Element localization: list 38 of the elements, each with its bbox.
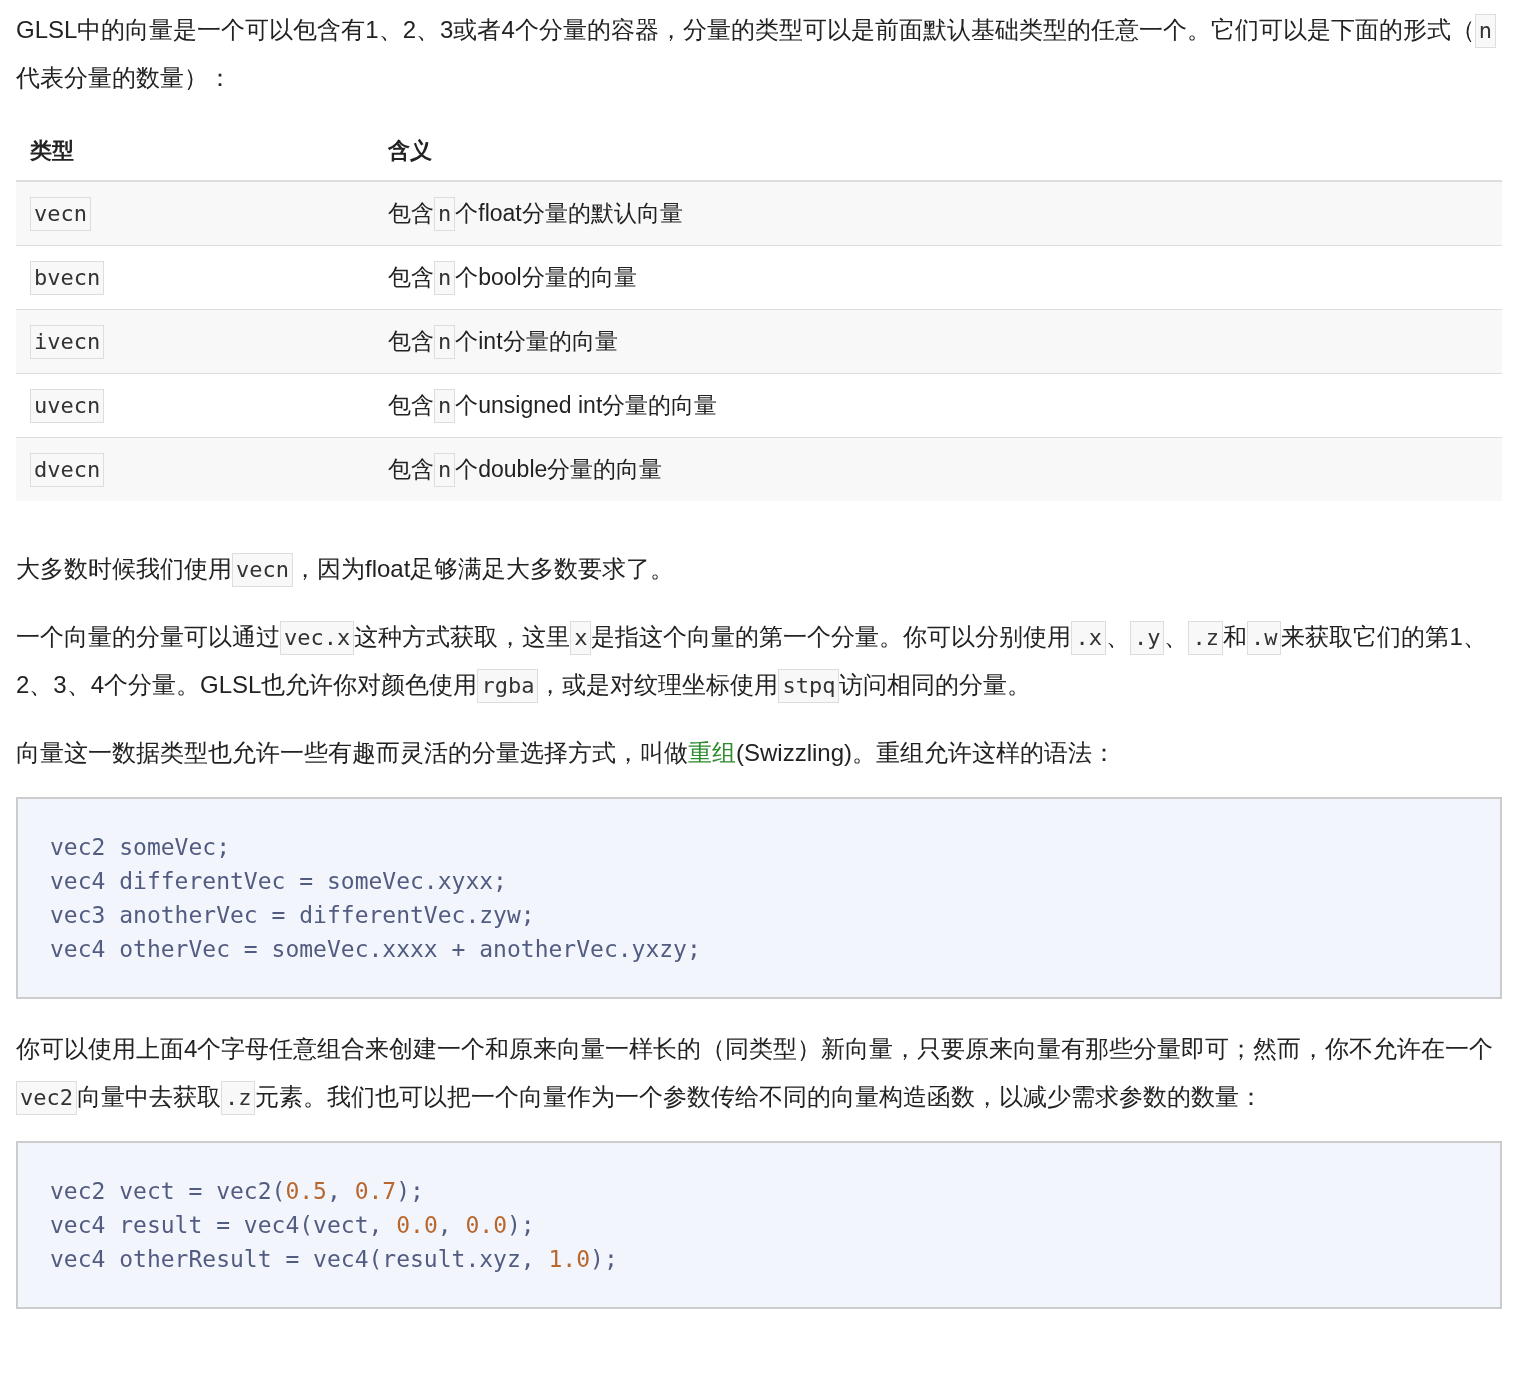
code-line: vec2 vect = vec2(0.5, 0.7); <box>50 1177 424 1206</box>
inline-code: .w <box>1247 621 1282 655</box>
code-line: vec4 otherResult = vec4(result.xyz, 1.0); <box>50 1245 618 1274</box>
inline-code: dvecn <box>30 452 105 487</box>
inline-code: .y <box>1130 621 1165 655</box>
table-cell: 包含 n 个int分量的向量 <box>374 309 1502 374</box>
inline-code: n <box>434 196 456 231</box>
inline-code: .z <box>221 1081 256 1115</box>
inline-code: n <box>1474 14 1496 48</box>
inline-code: stpq <box>778 669 840 703</box>
inline-code: .x <box>1071 621 1106 655</box>
link[interactable]: 重组 <box>688 739 736 766</box>
inline-code: ivecn <box>30 324 105 359</box>
paragraph: 向量这一数据类型也允许一些有趣而灵活的分量选择方式，叫做重组(Swizzling)。重组允许这样的语法： <box>16 738 1117 768</box>
inline-code: n <box>434 388 456 423</box>
inline-code: n <box>434 260 456 295</box>
inline-code: uvecn <box>30 388 105 423</box>
table-cell: 包含 n 个float分量的默认向量 <box>374 181 1502 246</box>
inline-code: .z <box>1188 621 1223 655</box>
code-line: vec4 otherVec = someVec.xxxx + anotherVec.yxzy; <box>50 935 701 964</box>
paragraph: GLSL中的向量是一个可以包含有1、2、3或者4个分量的容器，分量的类型可以是前面默认基础类型的任意一个。它们可以是下面的形式（ n 代表分量的数量）： <box>16 6 1502 102</box>
paragraph: 一个向量的分量可以通过 vec.x 这种方式获取，这里 x 是指这个向量的第一个分量。你可以分别使用 .x 、 .y 、 .z 和 .w 来获取它们的第1、2、3、4个分量。GLSL也允许你对颜色使用 rgba ，或是对纹理坐标使用 stpq 访问相同的分量。 <box>16 613 1502 709</box>
paragraph: 你可以使用上面4个字母任意组合来创建一个和原来向量一样长的（同类型）新向量，只要原来向量有那些分量即可；然而，你不允许在一个 vec2 向量中去获取 .z 元素。我们也可以把一个向量作为一个参数传给不同的向量构造函数，以减少需求参数的数量： <box>16 1025 1502 1121</box>
inline-code: bvecn <box>30 260 105 295</box>
inline-code: vecn <box>232 553 293 587</box>
code-line: vec4 differentVec = someVec.xyxx; <box>50 867 507 896</box>
inline-code: x <box>570 621 592 655</box>
table-cell: 包含 n 个double分量的向量 <box>374 437 1502 501</box>
inline-code: vecn <box>30 196 91 231</box>
paragraph: 大多数时候我们使用 vecn ，因为float足够满足大多数要求了。 <box>16 545 1502 593</box>
code-line: vec4 result = vec4(vect, 0.0, 0.0); <box>50 1211 535 1240</box>
inline-code: n <box>434 452 456 487</box>
inline-code: rgba <box>477 669 539 703</box>
inline-code: n <box>434 324 456 359</box>
inline-code: vec.x <box>280 621 355 655</box>
code-line: vec3 anotherVec = differentVec.zyw; <box>50 901 535 930</box>
code-line: vec2 someVec; <box>50 833 230 862</box>
inline-code: vec2 <box>16 1081 77 1115</box>
